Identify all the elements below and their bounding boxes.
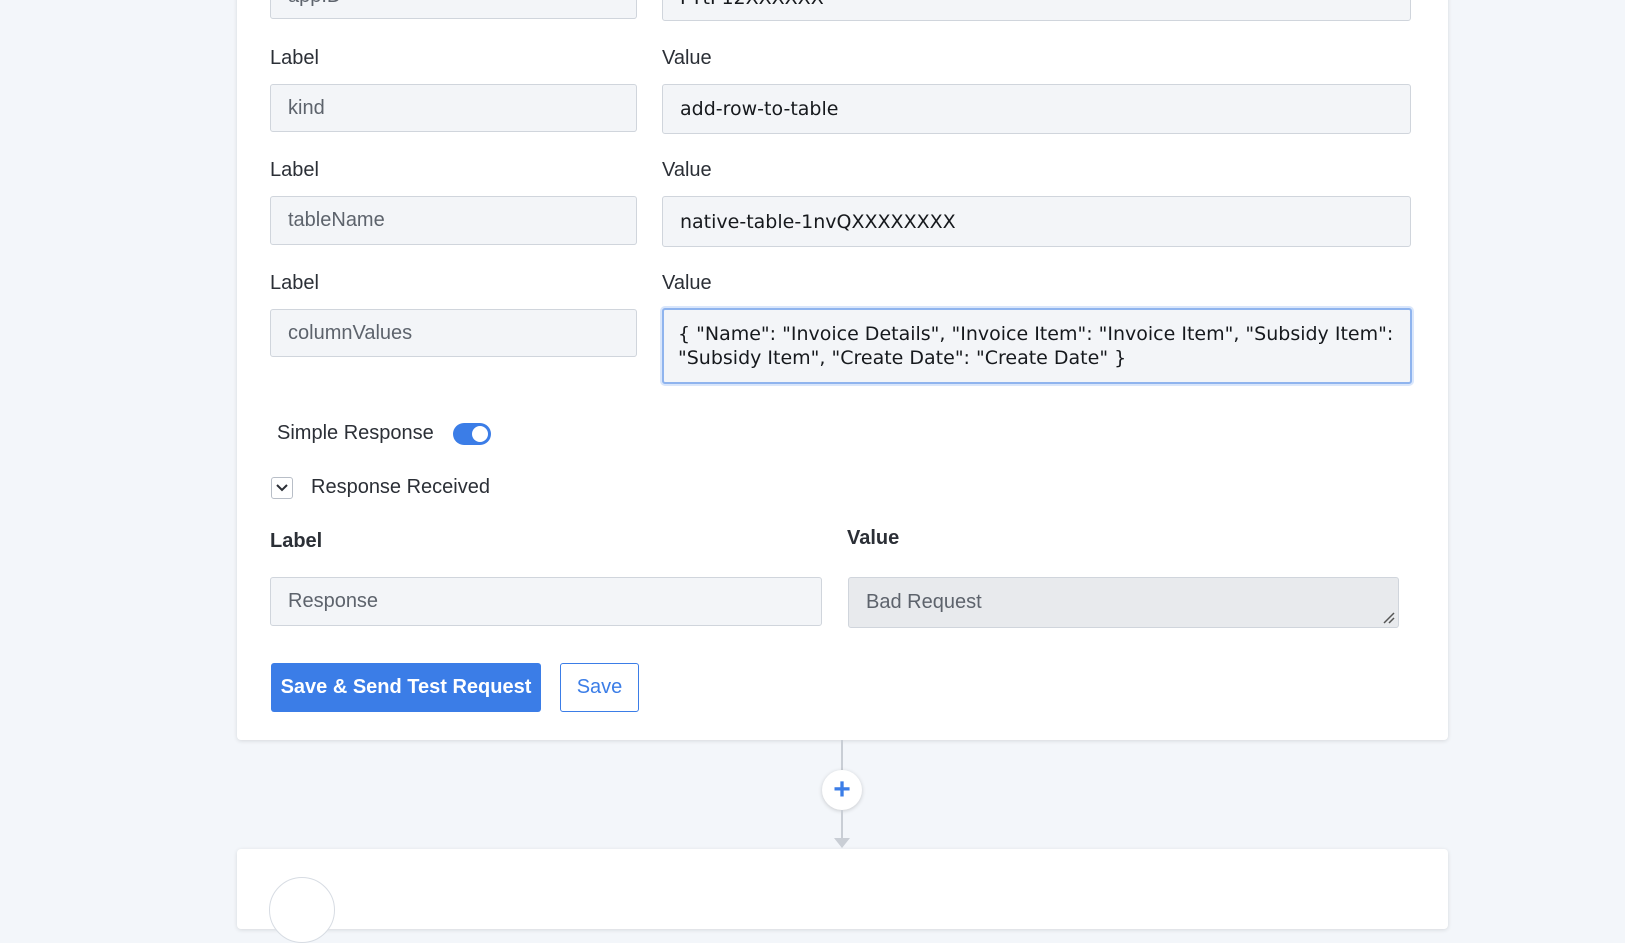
arrow-down-icon [834, 838, 850, 848]
step-connector-line [841, 740, 843, 770]
field-key-tablename[interactable]: tableName [270, 196, 637, 245]
label-caption: Label [270, 272, 319, 294]
simple-response-toggle[interactable] [453, 423, 491, 445]
step-connector-line [841, 810, 843, 840]
response-value-header: Value [847, 527, 900, 549]
response-label-header: Label [270, 530, 323, 552]
label-caption: Label [270, 47, 319, 69]
simple-response-label: Simple Response [277, 422, 434, 444]
chevron-down-icon [276, 484, 288, 492]
value-caption: Value [662, 47, 712, 69]
field-value-tablename[interactable]: native-table-1nvQXXXXXXXX [662, 196, 1411, 247]
response-value-text: Bad Request [866, 591, 982, 613]
resize-grip-icon[interactable] [1381, 610, 1395, 624]
value-caption: Value [662, 272, 712, 294]
field-value-appid[interactable]: FYtP12XXXXXX [662, 0, 1411, 21]
next-step-card[interactable] [237, 849, 1448, 943]
save-button[interactable]: Save [560, 663, 639, 712]
field-key-appid[interactable]: appID [270, 0, 637, 19]
plus-icon: + [833, 773, 851, 806]
value-caption: Value [662, 159, 712, 181]
field-key-columnvalues[interactable]: columnValues [270, 309, 637, 357]
response-key-field[interactable]: Response [270, 577, 822, 626]
toggle-knob [472, 426, 488, 442]
step-app-icon [269, 877, 335, 943]
label-caption: Label [270, 159, 319, 181]
field-value-columnvalues[interactable]: { "Name": "Invoice Details", "Invoice It… [662, 308, 1412, 384]
response-received-label: Response Received [311, 476, 490, 498]
response-value-textarea[interactable]: Bad Request [848, 577, 1399, 628]
field-value-kind[interactable]: add-row-to-table [662, 84, 1411, 134]
add-step-button[interactable]: + [822, 770, 862, 810]
field-key-kind[interactable]: kind [270, 84, 637, 132]
response-received-collapse-button[interactable] [271, 477, 293, 499]
save-and-send-test-request-button[interactable]: Save & Send Test Request [271, 663, 541, 712]
